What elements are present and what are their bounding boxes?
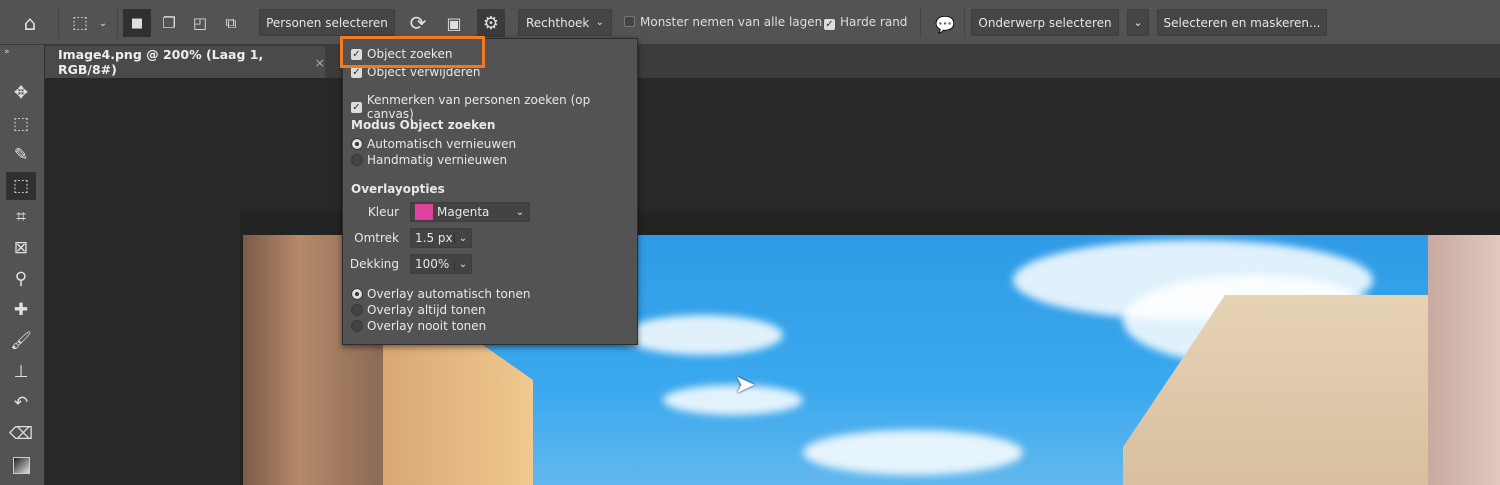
crop-tool-icon[interactable]: ⌗ [6,203,36,231]
object-selection-tool-icon[interactable]: ⬚ [68,10,92,36]
eraser-tool-icon[interactable]: ⌫ [6,420,36,448]
quick-selection-tool-icon[interactable]: ✎ [6,141,36,169]
tools-panel: » ✥ ⬚ ✎ ⬚ ⌗ ⊠ ⚲ ✚ 🖌 ⊥ ↶ ⌫ [0,45,45,485]
gradient-tool-icon[interactable] [6,451,36,479]
radio-icon [351,288,363,300]
select-subject-dropdown[interactable]: ⌄ [1127,9,1149,36]
new-selection-icon[interactable]: ■ [123,9,151,37]
overlay-never-label: Overlay nooit tonen [367,319,487,333]
object-finder-settings-panel: ✓ Object zoeken ✓ Object verwijderen ✓ Kenm… [342,38,638,345]
overlay-auto-label: Overlay automatisch tonen [367,287,531,301]
sample-all-layers-checkbox[interactable]: Monster nemen van alle lagen [624,15,822,29]
person-features-checkbox[interactable]: ✓ Kenmerken van personen zoeken (op canva… [351,93,637,121]
overlay-auto-radio[interactable]: Overlay automatisch tonen [351,287,530,301]
object-selection-tool-icon[interactable]: ⬚ [6,172,36,200]
select-subject-label: Onderwerp selecteren [978,15,1112,30]
chevron-down-icon: ⌄ [454,258,471,270]
shape-mode-value: Rechthoek [526,15,590,30]
radio-icon [351,154,363,166]
feedback-icon[interactable]: 💬 [932,10,958,38]
color-label: Kleur [367,205,399,219]
close-icon[interactable]: × [315,55,325,70]
outline-value: 1.5 px [415,231,453,245]
expand-panel-icon[interactable]: » [4,47,10,57]
color-dropdown[interactable]: Magenta ⌄ [410,202,530,222]
move-tool-icon[interactable]: ✥ [6,79,36,107]
hard-edge-label: Harde rand [840,15,908,29]
checkbox-icon: ✓ [351,101,362,113]
marquee-tool-icon[interactable]: ⬚ [6,110,36,138]
history-brush-tool-icon[interactable]: ↶ [6,389,36,417]
mode-heading: Modus Object zoeken [351,118,496,132]
gear-icon[interactable]: ⚙ [477,9,505,37]
healing-brush-tool-icon[interactable]: ✚ [6,296,36,324]
chevron-down-icon: ⌄ [515,206,524,218]
select-people-label: Personen selecteren [266,15,388,30]
intersect-selection-icon[interactable]: ⧉ [218,10,244,36]
outline-dropdown[interactable]: 1.5 px ⌄ [410,228,472,248]
person-features-label: Kenmerken van personen zoeken (op canvas… [366,93,591,121]
chevron-down-icon: ⌄ [595,17,604,28]
highlight-box [340,36,485,68]
brush-tool-icon[interactable]: 🖌 [6,327,36,355]
radio-icon [351,320,363,332]
select-and-mask-label: Selecteren en maskeren... [1163,15,1321,30]
overlay-always-radio[interactable]: Overlay altijd tonen [351,303,486,317]
outline-label: Omtrek [354,231,399,245]
overlay-always-label: Overlay altijd tonen [367,303,486,317]
select-subject-button[interactable]: Onderwerp selecteren [971,9,1119,36]
checkbox-icon: ✓ [351,66,362,78]
mode-auto-radio[interactable]: Automatisch vernieuwen [351,137,516,151]
mode-manual-radio[interactable]: Handmatig vernieuwen [351,153,507,167]
mode-manual-label: Handmatig vernieuwen [367,153,508,167]
cursor-icon: ➤ [734,370,756,400]
refresh-icon[interactable]: ⟳ [405,10,431,36]
checkbox-icon [624,16,635,27]
opacity-value: 100% [415,257,450,271]
sample-all-layers-label: Monster nemen van alle lagen [640,15,823,29]
opacity-dropdown[interactable]: 100% ⌄ [410,254,472,274]
chevron-down-icon: ⌄ [1133,16,1143,29]
chevron-down-icon[interactable]: ⌄ [96,12,110,34]
options-bar: ⌂ ⬚ ⌄ ■ ❐ ◰ ⧉ Personen selecteren ⟳ ▣ ⚙ … [0,0,1500,45]
clone-stamp-tool-icon[interactable]: ⊥ [6,358,36,386]
select-people-button[interactable]: Personen selecteren [259,9,395,36]
overlay-never-radio[interactable]: Overlay nooit tonen [351,319,486,333]
color-value: Magenta [437,205,490,219]
opacity-label: Dekking [349,257,399,271]
hard-edge-checkbox[interactable]: ✓ Harde rand [824,15,907,30]
eyedropper-tool-icon[interactable]: ⚲ [6,265,36,293]
document-tab[interactable]: Image4.png @ 200% (Laag 1, RGB/8#) × [45,46,325,78]
add-to-selection-icon[interactable]: ❐ [156,10,182,36]
radio-icon [351,304,363,316]
frame-tool-icon[interactable]: ⊠ [6,234,36,262]
select-and-mask-button[interactable]: Selecteren en maskeren... [1157,9,1327,36]
shape-mode-dropdown[interactable]: Rechthoek ⌄ [518,9,612,36]
radio-icon [351,138,363,150]
color-swatch [415,204,433,220]
document-tab-title: Image4.png @ 200% (Laag 1, RGB/8#) [58,47,264,77]
show-all-objects-icon[interactable]: ▣ [441,10,467,36]
subtract-from-selection-icon[interactable]: ◰ [187,10,213,36]
chevron-down-icon: ⌄ [454,232,471,244]
mode-auto-label: Automatisch vernieuwen [367,137,517,151]
home-icon[interactable]: ⌂ [16,10,44,36]
overlay-heading: Overlayopties [351,182,445,196]
checkbox-icon: ✓ [824,19,835,30]
